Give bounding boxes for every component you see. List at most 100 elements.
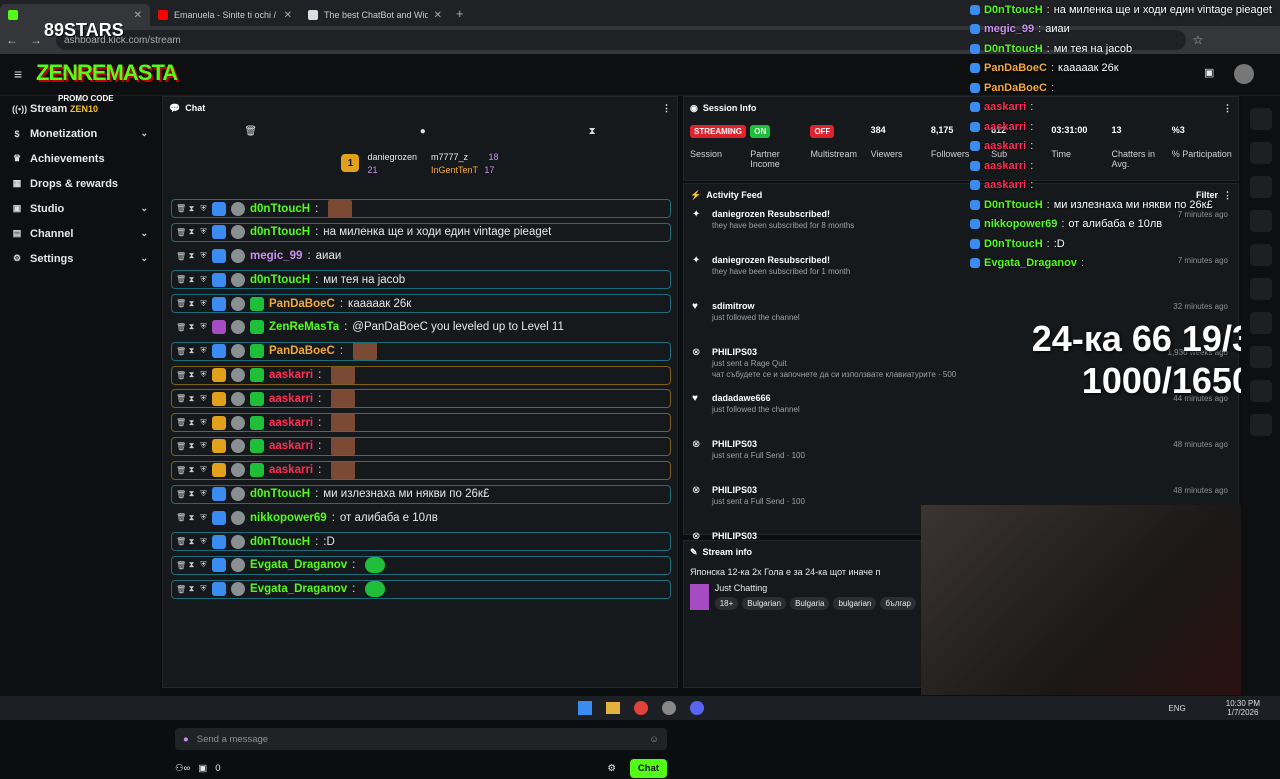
delete-icon[interactable]: 🗑: [176, 323, 186, 332]
delete-icon[interactable]: 🗑: [176, 442, 186, 451]
close-tab-icon[interactable]: ✕: [134, 10, 142, 21]
delete-icon[interactable]: 🗑: [176, 394, 186, 403]
menu-icon[interactable]: ≡: [14, 66, 22, 82]
close-tab-icon[interactable]: ✕: [284, 10, 292, 21]
stream-tag[interactable]: 18+: [714, 597, 739, 610]
hourglass-icon[interactable]: ⧗: [589, 126, 596, 137]
ban-icon[interactable]: ⛨: [200, 346, 207, 356]
windows-icon[interactable]: [578, 701, 592, 715]
chat-message[interactable]: 🗑 ⧗ ⛨ Evgata_Draganov:: [171, 579, 671, 599]
sidebar-item-monetization[interactable]: $ Monetization ⌄: [0, 121, 160, 146]
delete-icon[interactable]: 🗑: [176, 490, 186, 499]
chat-message[interactable]: 🗑 ⧗ ⛨ d0nTtoucH: ми тея на jacob: [171, 270, 671, 290]
delete-icon[interactable]: 🗑: [176, 275, 186, 284]
document-icon[interactable]: [1249, 244, 1272, 266]
ban-icon[interactable]: ⛨: [200, 560, 207, 570]
chat-message[interactable]: 🗑 ⧗ ⛨ d0nTtoucH:: [171, 199, 671, 218]
delete-icon[interactable]: 🗑: [176, 371, 186, 380]
ban-icon[interactable]: ⛨: [200, 537, 207, 547]
message-input[interactable]: ● Send a message ☺: [175, 728, 667, 750]
sidebar-item-drops-rewards[interactable]: ▦ Drops & rewards: [0, 171, 160, 196]
chat-username[interactable]: PanDaBoeC: [269, 345, 335, 357]
sidebar-item-studio[interactable]: ▣ Studio ⌄: [0, 196, 160, 221]
chat-username[interactable]: d0nTtoucH: [250, 274, 310, 286]
delete-icon[interactable]: 🗑: [176, 561, 186, 570]
chat-username[interactable]: d0nTtoucH: [250, 488, 310, 500]
delete-icon[interactable]: 🗑: [176, 347, 186, 356]
delete-icon[interactable]: 🗑: [176, 537, 186, 546]
folder-icon[interactable]: [606, 702, 620, 714]
ban-icon[interactable]: ⛨: [200, 275, 207, 285]
delete-icon[interactable]: 🗑: [176, 252, 186, 261]
timeout-icon[interactable]: ⧗: [188, 275, 195, 285]
chat-username[interactable]: PanDaBoeC: [269, 298, 335, 310]
stream-tag[interactable]: Bulgarian: [742, 597, 787, 610]
chat-username[interactable]: d0nTtoucH: [250, 203, 310, 215]
delete-icon[interactable]: 🗑: [176, 299, 186, 308]
delete-icon[interactable]: 🗑: [176, 585, 186, 594]
people-icon[interactable]: [1249, 312, 1272, 334]
ban-icon[interactable]: ⛨: [200, 584, 207, 594]
expand-icon[interactable]: [1249, 176, 1272, 198]
chat-username[interactable]: d0nTtoucH: [250, 226, 310, 238]
ban-icon[interactable]: ⛨: [200, 441, 207, 451]
ban-icon[interactable]: ⛨: [200, 489, 207, 499]
stream-tag[interactable]: Bulgaria: [790, 597, 830, 610]
ban-icon[interactable]: ⛨: [200, 418, 207, 428]
chat-message[interactable]: 🗑 ⧗ ⛨ PanDaBoeC:: [171, 341, 671, 361]
timeout-icon[interactable]: ⧗: [188, 441, 195, 451]
ban-icon[interactable]: ⛨: [200, 465, 207, 475]
message-icon[interactable]: ●: [420, 126, 426, 137]
timeout-icon[interactable]: ⧗: [188, 418, 195, 428]
chat-username[interactable]: aaskarri: [269, 369, 313, 381]
ban-icon[interactable]: ⛨: [200, 322, 207, 332]
sidebar-item-settings[interactable]: ⚙ Settings ⌄: [0, 246, 160, 271]
timeout-icon[interactable]: ⧗: [188, 322, 195, 332]
sidebar-item-channel[interactable]: ▤ Channel ⌄: [0, 221, 160, 246]
back-icon[interactable]: ←: [0, 33, 24, 47]
send-chat-button[interactable]: Chat: [629, 758, 667, 778]
discord-icon[interactable]: [690, 701, 704, 715]
timeout-icon[interactable]: ⧗: [188, 489, 195, 499]
pencil-icon[interactable]: [1249, 142, 1272, 164]
language-indicator[interactable]: ENG: [1168, 704, 1185, 713]
more-icon[interactable]: ⋮: [662, 103, 671, 114]
chat-username[interactable]: aaskarri: [269, 464, 313, 476]
timeout-icon[interactable]: ⧗: [188, 370, 195, 380]
delete-icon[interactable]: 🗑: [176, 513, 186, 522]
ban-icon[interactable]: ⛨: [200, 204, 207, 214]
timeout-icon[interactable]: ⧗: [188, 227, 195, 237]
close-tab-icon[interactable]: ✕: [434, 10, 442, 21]
mic-icon[interactable]: ●: [183, 734, 189, 745]
chat-username[interactable]: aaskarri: [269, 393, 313, 405]
delete-icon[interactable]: 🗑: [176, 204, 186, 213]
obs-icon[interactable]: [662, 701, 676, 715]
delete-icon[interactable]: 🗑: [176, 466, 186, 475]
chat-message[interactable]: 🗑 ⧗ ⛨ aaskarri:: [171, 389, 671, 409]
timeout-icon[interactable]: ⧗: [188, 513, 195, 523]
chat-icon[interactable]: [1249, 278, 1272, 300]
chat-message[interactable]: 🗑 ⧗ ⛨ nikkopower69: от алибаба е 10лв: [171, 508, 671, 527]
ban-icon[interactable]: ⛨: [200, 370, 207, 380]
chat-username[interactable]: nikkopower69: [250, 512, 327, 524]
stream-tag[interactable]: българ: [880, 597, 916, 610]
chat-message[interactable]: 🗑 ⧗ ⛨ aaskarri:: [171, 460, 671, 480]
sidebar-item-achievements[interactable]: ♛ Achievements: [0, 146, 160, 171]
stream-tag[interactable]: bulgarian: [833, 597, 877, 610]
new-tab-icon[interactable]: +: [450, 6, 470, 21]
ban-icon[interactable]: ⛨: [200, 227, 207, 237]
ban-icon[interactable]: ⛨: [200, 251, 207, 261]
chat-message[interactable]: 🗑 ⧗ ⛨ megic_99: аиаи: [171, 247, 671, 266]
chat-username[interactable]: Evgata_Draganov: [250, 559, 347, 571]
chrome-icon[interactable]: [634, 701, 648, 715]
timeout-icon[interactable]: ⧗: [188, 346, 195, 356]
chat-settings-icon[interactable]: ⚙: [607, 763, 616, 774]
chat-username[interactable]: ZenReMasTa: [269, 321, 339, 333]
chat-message[interactable]: 🗑 ⧗ ⛨ aaskarri:: [171, 365, 671, 385]
chat-message[interactable]: 🗑 ⧗ ⛨ d0nTtoucH: на миленка ще и ходи един v…: [171, 222, 671, 242]
chat-message[interactable]: 🗑 ⧗ ⛨ Evgata_Draganov:: [171, 555, 671, 575]
bolt-icon[interactable]: [1249, 210, 1272, 232]
activity-item[interactable]: ⊗ PHILIPS03 just sent a Full Send · 100 48 …: [684, 436, 1238, 482]
emoji-icon[interactable]: ☺: [649, 734, 659, 745]
chat-message[interactable]: 🗑 ⧗ ⛨ aaskarri:: [171, 436, 671, 456]
